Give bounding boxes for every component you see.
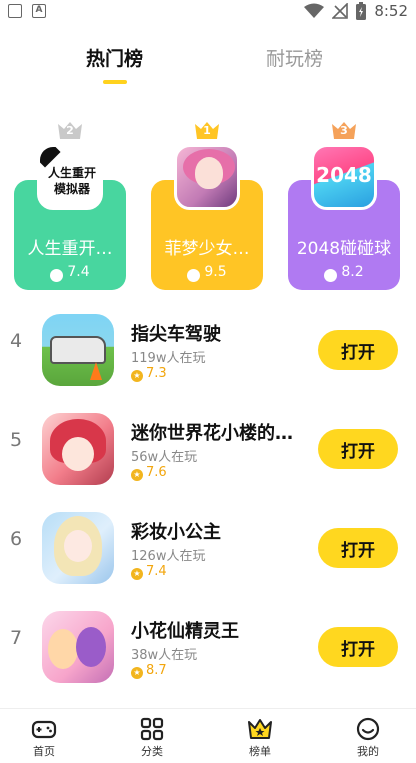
star-icon: ★ (187, 269, 201, 282)
a-icon: A (32, 4, 46, 18)
podium-icon-text-3: 2048 (316, 163, 372, 187)
tab-long-play[interactable]: 耐玩榜 (266, 44, 323, 71)
nav-home-label: 首页 (33, 745, 55, 758)
star-icon: ★ (50, 269, 64, 282)
list-rank: 7 (10, 627, 23, 649)
podium-rank-2: 2 (66, 124, 74, 137)
nav-category-label: 分类 (141, 745, 163, 758)
game-icon[interactable] (42, 413, 114, 485)
podium-game-icon-3[interactable]: 2048 (311, 144, 377, 210)
open-button[interactable]: 打开 (318, 429, 398, 469)
tab-active-indicator (103, 80, 127, 84)
signal-off-icon (332, 3, 349, 19)
list-item[interactable]: 5 迷你世界花小楼的… 56w人在玩 ★ 7.6 打开 (0, 405, 416, 493)
game-score: ★ 7.6 (131, 465, 167, 481)
list-item[interactable]: 4 指尖车驾驶 119w人在玩 ★ 7.3 打开 (0, 306, 416, 394)
game-score: ★ 7.3 (131, 366, 167, 382)
open-button[interactable]: 打开 (318, 330, 398, 370)
game-icon[interactable] (42, 314, 114, 386)
star-icon: ★ (131, 469, 143, 481)
list-rank: 6 (10, 528, 23, 550)
game-players: 119w人在玩 (131, 351, 206, 366)
nav-category[interactable]: 分类 (122, 717, 182, 759)
game-players: 126w人在玩 (131, 549, 206, 564)
bottom-nav: 首页 分类 榜单 我的 (0, 708, 416, 763)
smile-icon (356, 717, 380, 741)
podium-score-1: ★ 9.5 (151, 264, 263, 282)
tab-hot[interactable]: 热门榜 (86, 44, 143, 71)
battery-icon (356, 2, 367, 20)
nav-home[interactable]: 首页 (14, 717, 74, 759)
podium-game-icon-2[interactable]: 人生重开 模拟器 (37, 144, 103, 210)
star-icon: ★ (131, 667, 143, 679)
grid-icon (140, 717, 164, 741)
podium-game-icon-1[interactable] (174, 144, 240, 210)
game-name: 彩妆小公主 (131, 522, 221, 543)
open-button[interactable]: 打开 (318, 528, 398, 568)
star-icon: ★ (131, 568, 143, 580)
status-bar: A 8:52 (0, 0, 416, 24)
list-item[interactable]: 6 彩妆小公主 126w人在玩 ★ 7.4 打开 (0, 504, 416, 592)
game-players: 56w人在玩 (131, 450, 198, 465)
game-name: 指尖车驾驶 (131, 324, 221, 345)
podium-rank-1: 1 (203, 124, 211, 137)
podium-icon-text-2: 人生重开 模拟器 (47, 166, 96, 196)
status-time: 8:52 (374, 2, 408, 20)
rank-tabs: 热门榜 耐玩榜 (0, 44, 416, 88)
podium-rank-3: 3 (340, 124, 348, 137)
list-item[interactable]: 7 小花仙精灵王 38w人在玩 ★ 8.7 打开 (0, 603, 416, 691)
nav-rank-label: 榜单 (249, 745, 271, 758)
crown-icon (248, 719, 272, 739)
podium-score-2: ★ 7.4 (14, 264, 126, 282)
game-score: ★ 8.7 (131, 663, 167, 679)
podium-score-3: ★ 8.2 (288, 264, 400, 282)
podium-name-2: 人生重开… (27, 239, 113, 259)
game-name: 迷你世界花小楼的… (131, 423, 293, 444)
nav-mine[interactable]: 我的 (338, 717, 398, 759)
podium-name-1: 菲梦少女… (164, 239, 250, 259)
nav-rank[interactable]: 榜单 (230, 717, 290, 759)
star-icon: ★ (324, 269, 338, 282)
wifi-icon (304, 3, 325, 18)
podium-name-3: 2048碰碰球 (296, 239, 392, 259)
notification-icon (8, 4, 22, 18)
game-icon[interactable] (42, 611, 114, 683)
list-rank: 4 (10, 330, 23, 352)
game-icon[interactable] (42, 512, 114, 584)
podium: 2 人生重开… ★ 7.4 人生重开 模拟器 1 菲梦少女… ★ 9.5 3 2048… (0, 114, 416, 294)
game-score: ★ 7.4 (131, 564, 167, 580)
star-icon: ★ (131, 370, 143, 382)
open-button[interactable]: 打开 (318, 627, 398, 667)
game-name: 小花仙精灵王 (131, 621, 239, 642)
list-rank: 5 (10, 429, 23, 451)
game-players: 38w人在玩 (131, 648, 198, 663)
nav-mine-label: 我的 (357, 745, 379, 758)
gamepad-icon (31, 720, 57, 739)
